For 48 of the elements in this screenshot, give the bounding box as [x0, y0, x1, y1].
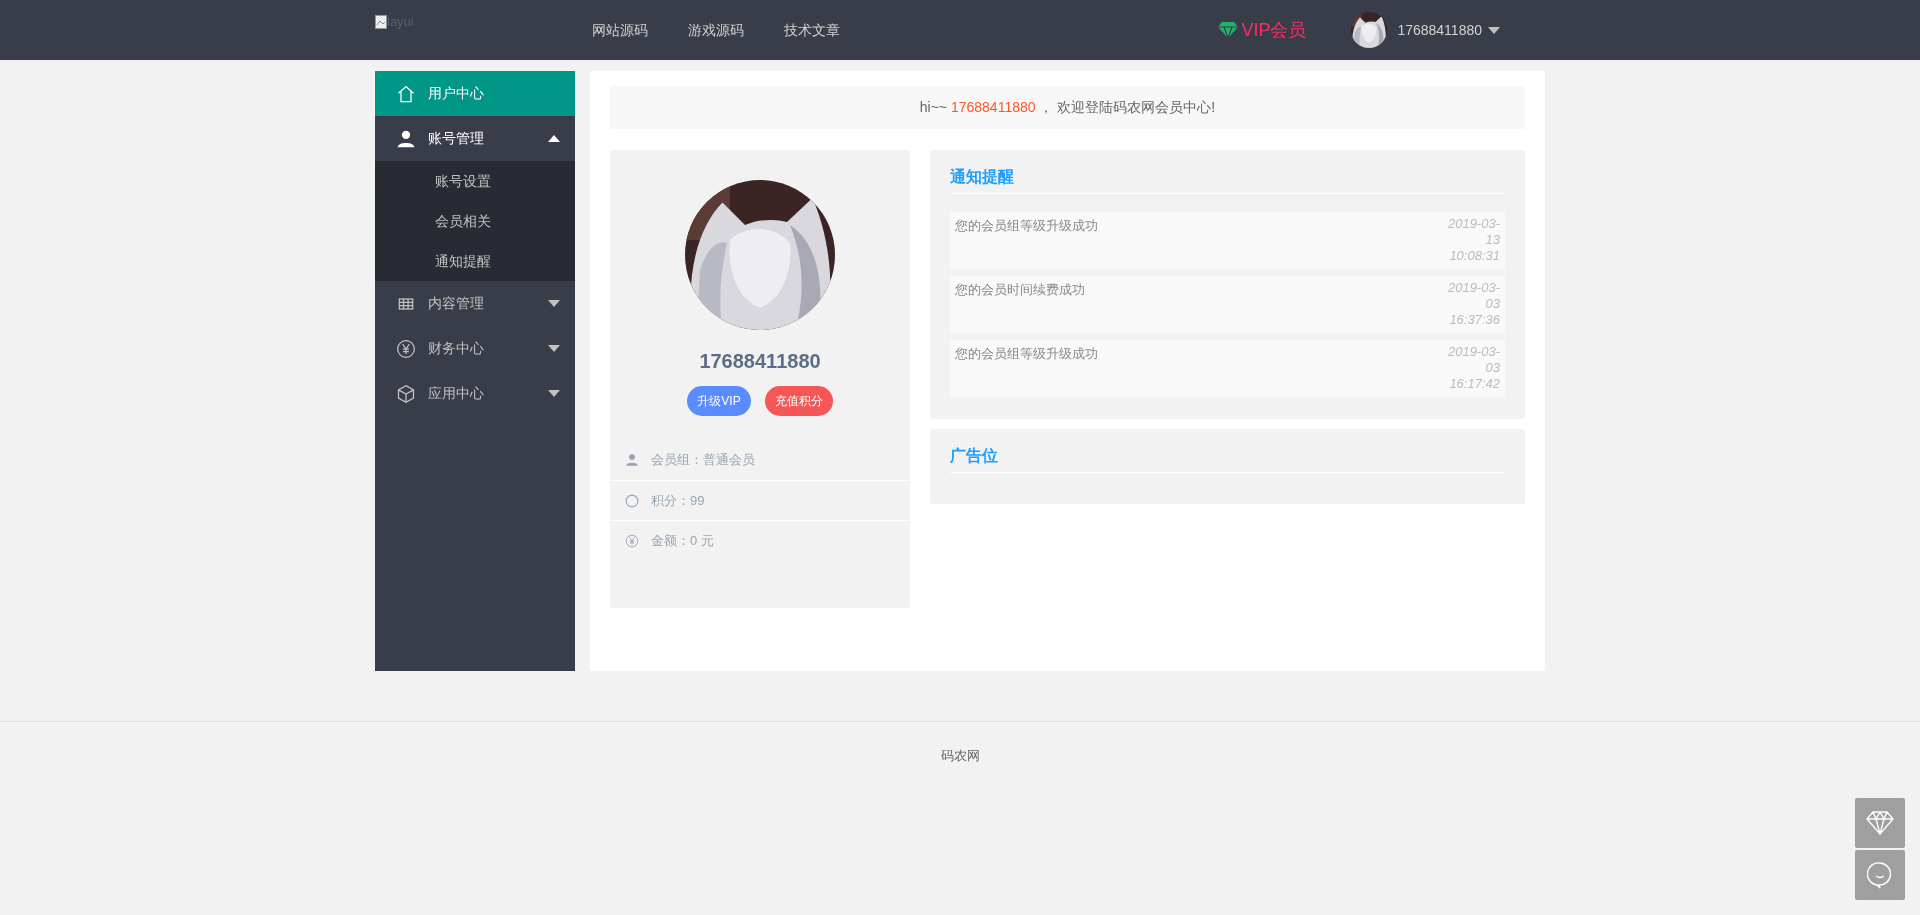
submenu-item[interactable]: 账号设置 — [375, 161, 575, 201]
cube-icon — [396, 383, 416, 404]
welcome-message: hi~~ 17688411880 ， 欢迎登陆码农网会员中心! — [610, 86, 1525, 129]
username: 17688411880 — [699, 349, 821, 374]
notice-item[interactable]: 您的会员组等级升级成功 2019-03-03 16:17:42 — [950, 340, 1505, 397]
broken-image-icon — [375, 15, 387, 29]
user-icon — [396, 128, 416, 149]
home-icon — [396, 83, 416, 104]
chat-float-button[interactable] — [1855, 850, 1905, 900]
submenu-item[interactable]: 通知提醒 — [375, 241, 575, 281]
sidebar-item[interactable]: 账号管理 — [375, 116, 575, 161]
caret-icon — [548, 135, 560, 142]
diamond-icon — [1866, 811, 1894, 835]
nav-link[interactable]: 技术文章 — [784, 19, 840, 41]
yen-icon — [625, 533, 639, 548]
submenu-item[interactable]: 会员相关 — [375, 201, 575, 241]
caret-icon — [548, 345, 560, 352]
notice-item[interactable]: 您的会员组等级升级成功 2019-03-13 10:08:31 — [950, 212, 1505, 269]
sidebar-item[interactable]: 内容管理 — [375, 281, 575, 326]
caret-icon — [1488, 26, 1500, 34]
card-title: 通知提醒 — [950, 165, 1505, 194]
info-text: 会员组：普通会员 — [651, 451, 755, 470]
notice-text: 您的会员组等级升级成功 — [955, 217, 1098, 235]
notice-text: 您的会员组等级升级成功 — [955, 345, 1098, 363]
info-text: 积分：99 — [651, 491, 705, 510]
user-icon — [625, 453, 639, 467]
profile-action-button[interactable]: 充值积分 — [764, 386, 833, 416]
footer-text: 码农网 — [940, 747, 980, 765]
yen-icon — [396, 338, 416, 359]
caret-icon — [548, 300, 560, 307]
info-text: 金额：0 元 — [651, 531, 714, 550]
sidebar-item[interactable]: 财务中心 — [375, 326, 575, 371]
notice-time: 2019-03-03 16:17:42 — [1446, 344, 1500, 393]
sidebar-item[interactable]: 用户中心 — [375, 71, 575, 116]
sidebar-item[interactable]: 应用中心 — [375, 371, 575, 416]
notice-item[interactable]: 您的会员时间续费成功 2019-03-03 16:37:36 — [950, 276, 1505, 333]
diamond-icon — [1218, 22, 1239, 38]
circle-icon — [625, 493, 639, 508]
notice-time: 2019-03-13 10:08:31 — [1446, 216, 1500, 265]
chat-icon — [1867, 861, 1893, 889]
nav-link[interactable]: 网站源码 — [592, 19, 648, 41]
caret-icon — [548, 390, 560, 397]
user-menu[interactable]: 17688411880 — [1397, 19, 1500, 41]
notice-text: 您的会员时间续费成功 — [955, 281, 1085, 299]
notice-time: 2019-03-03 16:37:36 — [1446, 280, 1500, 329]
vip-float-button[interactable] — [1855, 798, 1905, 848]
nav-link[interactable]: 游戏源码 — [688, 19, 744, 41]
card-title: 广告位 — [950, 444, 1505, 473]
